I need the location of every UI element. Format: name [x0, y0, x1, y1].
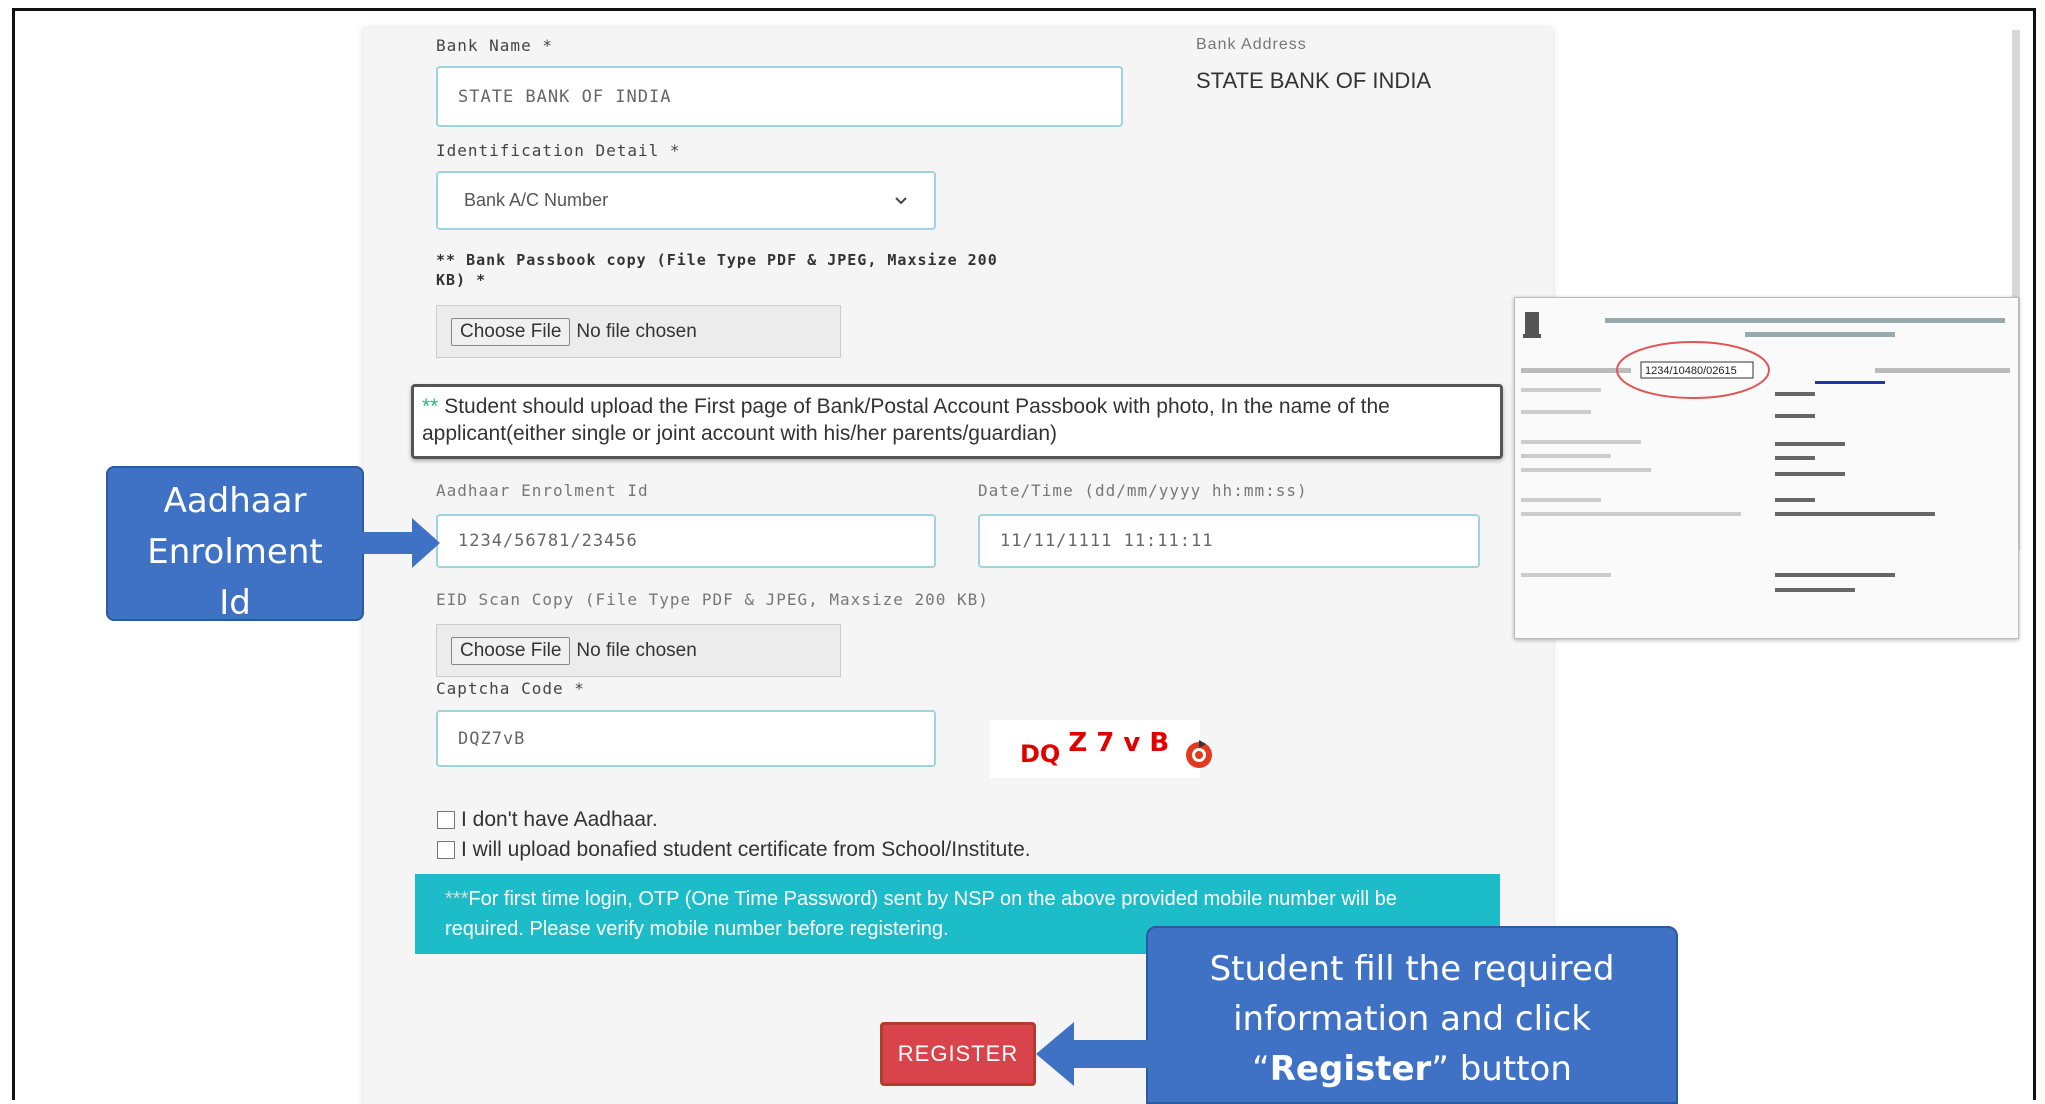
aadhaar-callout: Aadhaar Enrolment Id [106, 466, 364, 623]
aadhaar-arrow-shaft [362, 532, 414, 554]
callout-line: Enrolment [147, 532, 323, 572]
datetime-label: Date/Time (dd/mm/yyyy hh:mm:ss) [978, 481, 1308, 500]
callout-line: Student fill the required [1209, 949, 1615, 989]
no-file-text: No file chosen [576, 320, 697, 342]
bonafide-label: I will upload bonafied student certifica… [461, 838, 1031, 861]
datetime-field[interactable]: 11/11/1111 11:11:11 [978, 514, 1480, 568]
note-star: ** [422, 395, 439, 418]
bonafide-checkbox[interactable] [437, 841, 455, 859]
no-file-text: No file chosen [576, 639, 697, 661]
aadhaar-enrolment-slip-image: 1234/10480/02615 [1514, 297, 2019, 639]
callout-line: “Register” button [1148, 1044, 1676, 1094]
choose-file-button[interactable]: Choose File [451, 317, 571, 346]
register-arrow-head-icon [1036, 1022, 1074, 1086]
captcha-text-b: Z 7 v B [1068, 728, 1170, 758]
aadhaar-arrow-head-icon [412, 518, 440, 568]
enrolment-number-text: 1234/10480/02615 [1645, 365, 1737, 377]
info-star: *** [445, 888, 469, 910]
bonafide-checkbox-row[interactable]: I will upload bonafied student certifica… [437, 838, 1031, 862]
bank-address-label: Bank Address [1196, 36, 1307, 53]
choose-file-button[interactable]: Choose File [451, 636, 571, 665]
passbook-file-input[interactable]: Choose File No file chosen [436, 305, 841, 358]
captcha-text-a: DQ [1020, 740, 1061, 768]
refresh-captcha-icon[interactable] [1182, 738, 1216, 777]
quote-open: “ [1252, 1049, 1270, 1089]
register-callout: Student fill the required information an… [1146, 926, 1678, 1104]
eid-label: EID Scan Copy (File Type PDF & JPEG, Max… [436, 590, 989, 609]
aadhaar-field[interactable]: 1234/56781/23456 [436, 514, 936, 568]
quote-close: ” button [1431, 1049, 1572, 1089]
identification-select-value: Bank A/C Number [464, 190, 609, 210]
register-arrow-shaft [1072, 1040, 1148, 1068]
passbook-note: ** Student should upload the First page … [411, 384, 1503, 459]
no-aadhaar-checkbox[interactable] [437, 811, 455, 829]
identification-label: Identification Detail * [436, 141, 681, 160]
callout-line: Aadhaar [163, 481, 307, 521]
identification-select[interactable]: Bank A/C Number [436, 171, 936, 230]
eid-file-input[interactable]: Choose File No file chosen [436, 624, 841, 677]
register-button[interactable]: REGISTER [880, 1022, 1036, 1086]
bank-name-label: Bank Name * [436, 36, 553, 55]
passbook-label: ** Bank Passbook copy (File Type PDF & J… [436, 251, 998, 289]
note-text: Student should upload the First page of … [422, 395, 1390, 445]
document-illustration: 1234/10480/02615 [1515, 298, 2018, 638]
bank-name-field[interactable]: STATE BANK OF INDIA [436, 66, 1123, 127]
captcha-image: DQ Z 7 v B [990, 720, 1200, 778]
no-aadhaar-checkbox-row[interactable]: I don't have Aadhaar. [437, 808, 658, 832]
captcha-field[interactable]: DQZ7vB [436, 710, 936, 767]
callout-line: Id [219, 583, 251, 623]
captcha-label: Captcha Code * [436, 679, 585, 698]
aadhaar-label: Aadhaar Enrolment Id [436, 481, 649, 500]
chevron-down-icon [895, 196, 907, 204]
bank-address-value: STATE BANK OF INDIA [1196, 68, 1432, 93]
no-aadhaar-label: I don't have Aadhaar. [461, 808, 658, 831]
register-bold-text: Register [1269, 1049, 1432, 1089]
callout-line: information and click [1233, 999, 1591, 1039]
